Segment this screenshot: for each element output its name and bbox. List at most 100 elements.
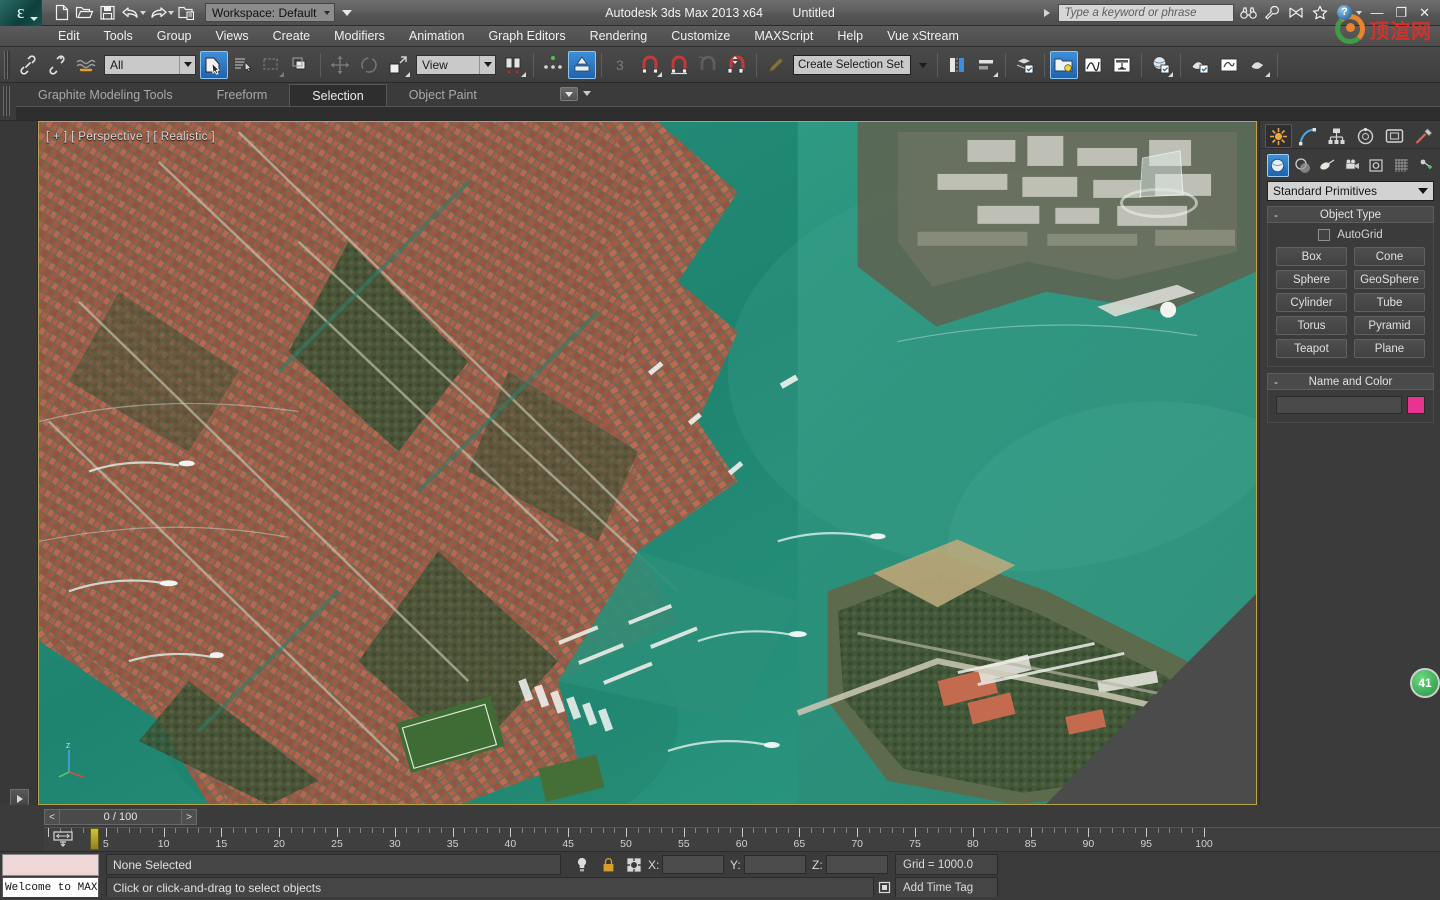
- view-cube[interactable]: [1120, 144, 1198, 222]
- spinner-snap-icon[interactable]: [694, 51, 722, 79]
- shapes-category[interactable]: [1292, 154, 1314, 177]
- menu-item-graph-editors[interactable]: Graph Editors: [476, 26, 577, 46]
- add-time-tag-button[interactable]: Add Time Tag: [895, 877, 998, 898]
- select-and-rotate-icon[interactable]: [355, 51, 383, 79]
- create-cylinder-button[interactable]: Cylinder: [1276, 293, 1347, 312]
- modify-tab[interactable]: [1294, 124, 1321, 148]
- autogrid-row[interactable]: AutoGrid: [1276, 229, 1425, 241]
- next-frame-button[interactable]: >: [181, 809, 197, 825]
- ribbon-tab-object-paint[interactable]: Object Paint: [387, 84, 499, 106]
- application-menu-button[interactable]: з: [0, 0, 42, 26]
- viewport-label[interactable]: [ + ] [ Perspective ] [ Realistic ]: [46, 131, 215, 143]
- menu-item-tools[interactable]: Tools: [92, 26, 145, 46]
- snap-percent-3-icon[interactable]: 3: [607, 51, 635, 79]
- time-slider-handle[interactable]: [90, 828, 99, 850]
- ribbon-tab-graphite-modeling-tools[interactable]: Graphite Modeling Tools: [16, 84, 195, 106]
- menu-item-modifiers[interactable]: Modifiers: [322, 26, 397, 46]
- workspace-selector[interactable]: Workspace: Default: [205, 3, 335, 22]
- ribbon-dropdown-icon[interactable]: [560, 87, 578, 101]
- redo-icon[interactable]: [147, 3, 169, 23]
- geometry-category[interactable]: [1267, 153, 1289, 177]
- motion-tab[interactable]: [1352, 124, 1379, 148]
- selection-lock-icon[interactable]: [598, 855, 618, 874]
- helpers-category[interactable]: [1366, 154, 1388, 177]
- bind-to-space-warp-icon[interactable]: [72, 51, 100, 79]
- maxscript-prompt[interactable]: Welcome to MAXScript: [2, 877, 99, 898]
- close-button[interactable]: ✕: [1415, 6, 1434, 19]
- minimize-button[interactable]: —: [1366, 6, 1387, 19]
- create-plane-button[interactable]: Plane: [1354, 339, 1425, 358]
- help-icon[interactable]: ?: [1334, 3, 1354, 23]
- workspace-dropdown-icon[interactable]: [342, 9, 352, 16]
- select-object-icon[interactable]: [200, 50, 228, 79]
- expand-search-caret-icon[interactable]: [1044, 8, 1051, 17]
- percent-snap-icon[interactable]: [665, 51, 693, 79]
- create-pyramid-button[interactable]: Pyramid: [1354, 316, 1425, 335]
- mirror-icon[interactable]: [943, 51, 971, 79]
- ribbon-dropdown-caret-icon[interactable]: [583, 91, 591, 96]
- menu-item-maxscript[interactable]: MAXScript: [742, 26, 825, 46]
- menu-item-vue-xstream[interactable]: Vue xStream: [875, 26, 971, 46]
- create-tube-button[interactable]: Tube: [1354, 293, 1425, 312]
- menu-item-views[interactable]: Views: [203, 26, 260, 46]
- select-and-manipulate-icon[interactable]: [539, 51, 567, 79]
- menu-item-group[interactable]: Group: [145, 26, 204, 46]
- perspective-viewport[interactable]: [ + ] [ Perspective ] [ Realistic ] Z: [38, 121, 1257, 805]
- create-box-button[interactable]: Box: [1276, 247, 1347, 266]
- frame-slider[interactable]: < 0 / 100 >: [44, 809, 197, 825]
- prev-frame-button[interactable]: <: [44, 809, 60, 825]
- menu-item-customize[interactable]: Customize: [659, 26, 742, 46]
- select-by-name-icon[interactable]: [229, 51, 257, 79]
- open-file-icon[interactable]: [73, 3, 95, 23]
- absolute-relative-transform-icon[interactable]: [624, 855, 644, 874]
- rendered-frame-window-icon[interactable]: [1215, 51, 1243, 79]
- space-warps-category[interactable]: [1391, 154, 1413, 177]
- use-center-flyout-icon[interactable]: [500, 51, 528, 79]
- ribbon-tab-selection[interactable]: Selection: [289, 84, 387, 106]
- create-sphere-button[interactable]: Sphere: [1276, 270, 1347, 289]
- window-crossing-icon[interactable]: [287, 51, 315, 79]
- help-dropdown-icon[interactable]: [1356, 10, 1363, 15]
- named-selection-set-input[interactable]: Create Selection Set: [793, 54, 911, 75]
- maxscript-mini-listener[interactable]: [2, 854, 99, 876]
- wrench-icon[interactable]: [1262, 3, 1282, 23]
- default-in-out-tangent-icon[interactable]: [52, 829, 74, 847]
- menu-item-rendering[interactable]: Rendering: [578, 26, 660, 46]
- menu-item-help[interactable]: Help: [825, 26, 875, 46]
- save-file-icon[interactable]: [96, 3, 118, 23]
- align-icon[interactable]: [972, 51, 1000, 79]
- utilities-tab[interactable]: [1410, 124, 1437, 148]
- ribbon-tab-freeform[interactable]: Freeform: [195, 84, 290, 106]
- select-and-link-icon[interactable]: [14, 51, 42, 79]
- restore-button[interactable]: ❐: [1391, 6, 1411, 19]
- cameras-category[interactable]: [1341, 154, 1363, 177]
- schematic-view-icon[interactable]: [1108, 51, 1136, 79]
- y-input[interactable]: [743, 855, 806, 874]
- toggle-scene-explorer-icon[interactable]: [1050, 50, 1078, 79]
- unlink-selection-icon[interactable]: [43, 51, 71, 79]
- create-tab[interactable]: [1265, 124, 1292, 148]
- z-input[interactable]: [825, 855, 888, 874]
- menu-item-edit[interactable]: Edit: [46, 26, 92, 46]
- select-and-move-icon[interactable]: [326, 51, 354, 79]
- set-project-folder-icon[interactable]: [175, 3, 197, 23]
- material-editor-icon[interactable]: [1147, 51, 1175, 79]
- systems-category[interactable]: [1415, 154, 1437, 177]
- object-name-input[interactable]: [1276, 396, 1402, 414]
- display-tab[interactable]: [1381, 124, 1408, 148]
- isolate-selection-icon[interactable]: [874, 878, 894, 897]
- layer-manager-icon[interactable]: [1011, 51, 1039, 79]
- subscription-icon[interactable]: [1286, 3, 1306, 23]
- render-production-icon[interactable]: [1244, 51, 1272, 79]
- star-icon[interactable]: [1310, 3, 1330, 23]
- reference-coordinate-system-combo[interactable]: View: [416, 54, 496, 75]
- autogrid-checkbox[interactable]: [1318, 229, 1331, 241]
- named-selection-set-caret-icon[interactable]: [914, 51, 932, 79]
- create-torus-button[interactable]: Torus: [1276, 316, 1347, 335]
- render-setup-icon[interactable]: [1186, 51, 1214, 79]
- angle-snap-icon[interactable]: [636, 51, 664, 79]
- undo-icon[interactable]: [119, 3, 141, 23]
- menu-item-animation[interactable]: Animation: [397, 26, 477, 46]
- hierarchy-tab[interactable]: [1323, 124, 1350, 148]
- lights-category[interactable]: [1317, 154, 1339, 177]
